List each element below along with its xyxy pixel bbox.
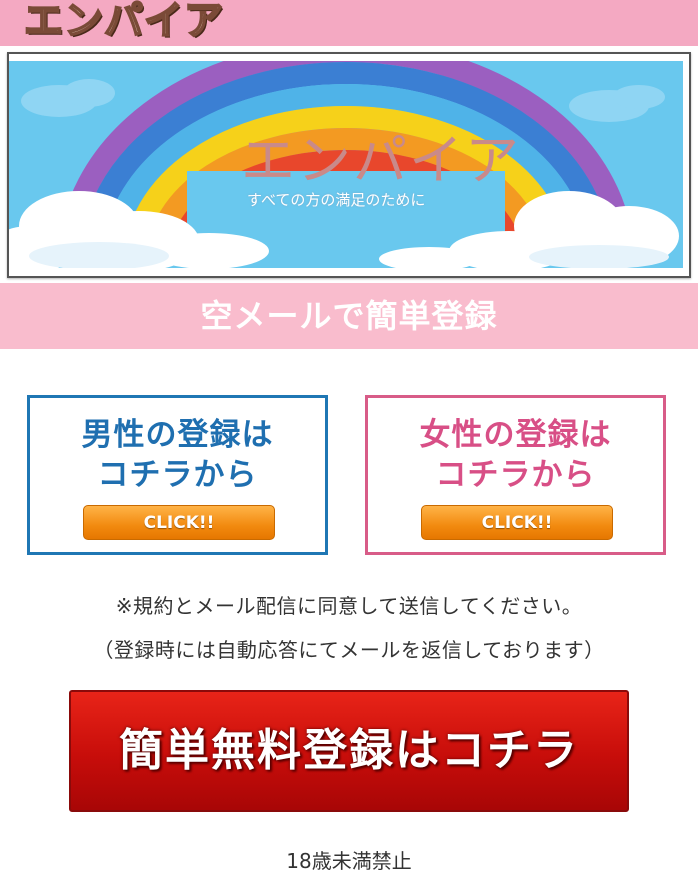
male-register-text: 男性の登録は コチラから xyxy=(30,415,325,495)
female-click-button[interactable]: CLICK!! xyxy=(421,505,613,540)
rainbow-banner[interactable]: エンパイア すべての方の満足のために xyxy=(9,61,683,268)
female-register-box[interactable]: 女性の登録は コチラから CLICK!! xyxy=(365,395,666,555)
registration-heading: 空メールで簡単登録 xyxy=(200,297,498,335)
male-click-button[interactable]: CLICK!! xyxy=(83,505,275,540)
free-register-button[interactable]: 簡単無料登録はコチラ xyxy=(69,690,629,812)
banner-title: エンパイア xyxy=(241,129,521,192)
auto-reply-note: （登録時には自動応答にてメールを返信しております） xyxy=(93,638,605,662)
female-register-text: 女性の登録は コチラから xyxy=(368,415,663,495)
male-register-line2: コチラから xyxy=(97,457,258,493)
header-bar: エンパイア xyxy=(0,0,698,46)
registration-heading-bar: 空メールで簡単登録 xyxy=(0,283,698,349)
free-register-label: 簡単無料登録はコチラ xyxy=(119,725,579,776)
male-register-box[interactable]: 男性の登録は コチラから CLICK!! xyxy=(27,395,328,555)
female-register-line2: コチラから xyxy=(435,457,596,493)
site-logo[interactable]: エンパイア xyxy=(23,0,224,46)
banner-subtitle: すべての方の満足のために xyxy=(247,191,426,209)
male-register-line1: 男性の登録は xyxy=(81,417,274,453)
age-restriction-notice: 18歳未満禁止 xyxy=(286,849,412,873)
female-register-line1: 女性の登録は xyxy=(419,417,612,453)
agreement-note: ※規約とメール配信に同意して送信してください。 xyxy=(115,594,583,618)
